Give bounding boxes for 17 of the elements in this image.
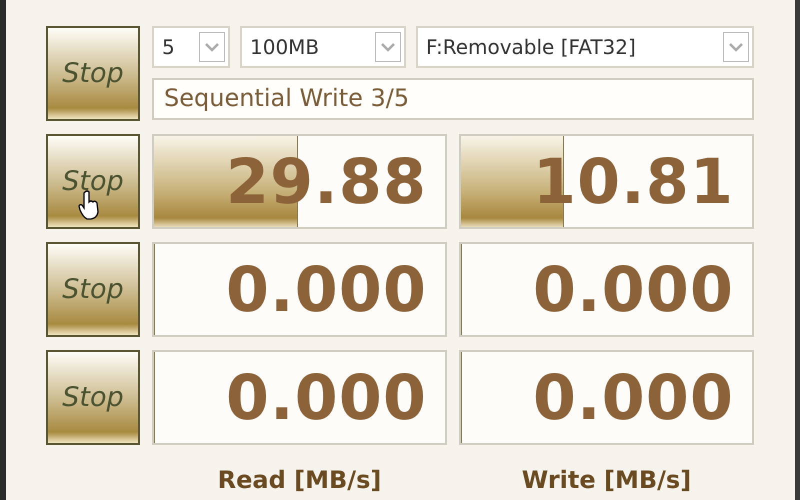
size-select[interactable]: 100MB [240,26,406,68]
write-value: 0.000 [532,253,734,326]
chevron-down-icon [723,32,749,62]
chevron-down-icon [199,32,225,62]
chevron-down-icon [375,32,401,62]
read-value: 0.000 [226,361,427,434]
stop-button[interactable]: Stop [46,26,140,121]
stop-button[interactable]: Stop [46,242,140,337]
drive-select[interactable]: F:Removable [FAT32] [416,26,754,68]
column-label: Write [MB/s] [520,465,692,496]
column-label: Read [MB/s] [216,465,382,496]
write-value: 0.000 [532,361,734,434]
stop-button[interactable]: Stop [46,350,140,445]
read-value: 0.000 [226,253,427,326]
status-field: Sequential Write 3/5 [152,78,754,120]
stop-button[interactable]: Stop [46,134,140,229]
count-select[interactable]: 5 [152,26,230,68]
